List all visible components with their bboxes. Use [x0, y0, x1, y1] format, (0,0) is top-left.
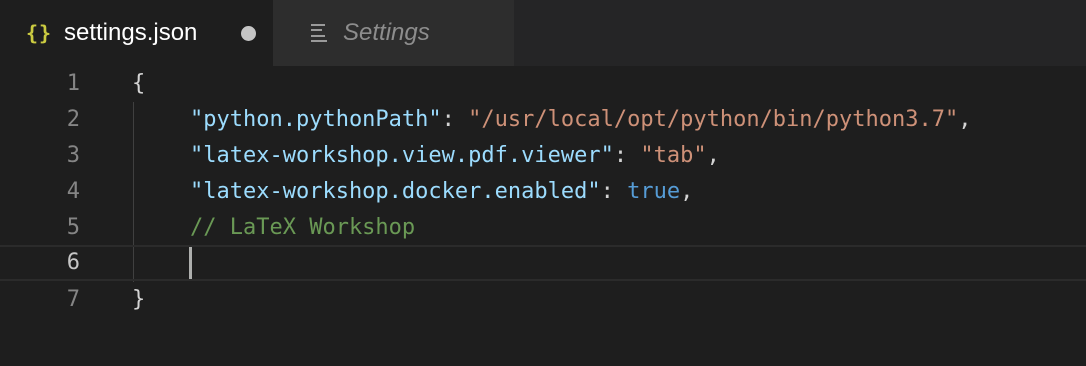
line-number: 3	[66, 143, 80, 168]
close-brace: }	[132, 287, 146, 312]
unsaved-dot-icon[interactable]	[241, 26, 256, 41]
settings-list-icon	[311, 23, 331, 43]
line-number: 4	[66, 179, 80, 204]
colon: :	[441, 107, 469, 132]
json-braces-icon: {}	[26, 21, 53, 45]
code-line[interactable]: 4 "latex-workshop.docker.enabled": true,	[0, 174, 1086, 210]
tab-settings-json[interactable]: {} settings.json	[0, 0, 273, 66]
code-text: "python.pythonPath": "/usr/local/opt/pyt…	[190, 102, 972, 138]
code-text: "latex-workshop.docker.enabled": true,	[190, 174, 693, 210]
code-editor[interactable]: 1 { 2 "python.pythonPath": "/usr/local/o…	[0, 66, 1086, 366]
editor-tab-bar: {} settings.json Settings	[0, 0, 1086, 66]
tab-title: settings.json	[64, 19, 198, 46]
open-brace: {	[132, 71, 146, 96]
comma: ,	[680, 179, 694, 204]
code-comment: // LaTeX Workshop	[190, 215, 416, 240]
code-line-current[interactable]: 6	[0, 245, 1086, 281]
code-line[interactable]: 5 // LaTeX Workshop	[0, 210, 1086, 246]
code-text: {	[132, 66, 145, 102]
line-number: 1	[66, 71, 80, 96]
code-line[interactable]: 3 "latex-workshop.view.pdf.viewer": "tab…	[0, 138, 1086, 174]
code-text: }	[132, 282, 145, 318]
code-line[interactable]: 2 "python.pythonPath": "/usr/local/opt/p…	[0, 102, 1086, 138]
code-line[interactable]: 1 {	[0, 66, 1086, 102]
json-key: "latex-workshop.docker.enabled"	[190, 179, 601, 204]
comma: ,	[958, 107, 972, 132]
json-string-value: "/usr/local/opt/python/bin/python3.7"	[468, 107, 959, 132]
comma: ,	[706, 143, 720, 168]
json-key: "python.pythonPath"	[190, 107, 442, 132]
code-line[interactable]: 7 }	[0, 282, 1086, 318]
code-text: "latex-workshop.view.pdf.viewer": "tab",	[190, 138, 720, 174]
colon: :	[600, 179, 628, 204]
line-number: 6	[66, 250, 80, 275]
json-boolean-value: true	[627, 179, 681, 204]
line-number: 7	[66, 287, 80, 312]
json-key: "latex-workshop.view.pdf.viewer"	[190, 143, 614, 168]
code-text: // LaTeX Workshop	[190, 210, 415, 246]
text-cursor	[189, 247, 192, 279]
colon: :	[613, 143, 641, 168]
line-number: 5	[66, 215, 80, 240]
line-number: 2	[66, 107, 80, 132]
tab-settings[interactable]: Settings	[273, 0, 514, 66]
json-string-value: "tab"	[640, 143, 707, 168]
tab-title: Settings	[343, 19, 430, 46]
